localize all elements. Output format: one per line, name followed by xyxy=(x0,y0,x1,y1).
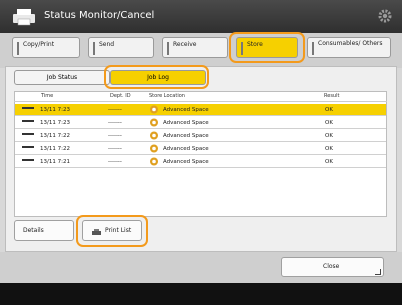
tab-label: Receive xyxy=(173,41,197,48)
cell-result: OK xyxy=(325,146,333,152)
cell-result: OK xyxy=(325,107,333,113)
tab-indicator xyxy=(312,42,314,55)
cell-store-location: Advanced Space xyxy=(163,133,209,139)
cell-dept-id: ------- xyxy=(108,120,122,126)
tab-label: Store xyxy=(247,41,263,48)
advanced-space-icon xyxy=(150,157,158,166)
job-mark-icon xyxy=(22,120,34,122)
cell-time: 13/11 7:23 xyxy=(40,120,70,126)
job-mark-icon xyxy=(22,146,34,148)
tab-store[interactable]: Store xyxy=(236,37,298,58)
corner-arrow-icon xyxy=(375,269,381,275)
cell-store-location: Advanced Space xyxy=(163,107,209,113)
table-row[interactable]: 13/11 7:23 ------- Advanced Space OK xyxy=(15,117,386,129)
subtab-job-status[interactable]: Job Status xyxy=(14,70,110,85)
column-header-store-location: Store Location xyxy=(149,93,185,99)
cell-time: 13/11 7:23 xyxy=(40,107,70,113)
tab-send[interactable]: Send xyxy=(88,37,154,58)
page-title: Status Monitor/Cancel xyxy=(44,10,155,21)
job-mark-icon xyxy=(22,159,34,161)
job-mark-icon xyxy=(22,107,34,109)
cell-time: 13/11 7:22 xyxy=(40,146,70,152)
tab-indicator xyxy=(167,42,169,55)
cell-result: OK xyxy=(325,133,333,139)
tab-indicator xyxy=(241,42,243,55)
footer-bar xyxy=(0,283,402,305)
advanced-space-icon xyxy=(150,118,158,127)
cell-store-location: Advanced Space xyxy=(163,159,209,165)
column-header-dept-id: Dept. ID xyxy=(110,93,131,99)
column-header-time: Time xyxy=(41,93,54,99)
table-row[interactable]: 13/11 7:23 ------- Advanced Space OK xyxy=(15,104,386,116)
cell-result: OK xyxy=(325,159,333,165)
close-button[interactable]: Close xyxy=(281,257,384,277)
job-mark-icon xyxy=(22,133,34,135)
tab-label: Consumables/ Others xyxy=(318,40,383,47)
cell-store-location: Advanced Space xyxy=(163,146,209,152)
cell-dept-id: ------- xyxy=(108,107,122,113)
title-bar: Status Monitor/Cancel xyxy=(0,0,402,33)
table-header: Time Dept. ID Store Location Result xyxy=(14,91,387,102)
table-row[interactable]: 13/11 7:21 ------- Advanced Space OK xyxy=(15,156,386,168)
print-list-label: Print List xyxy=(105,227,132,234)
tab-consumables-others[interactable]: Consumables/ Others xyxy=(307,37,391,58)
tab-label: Copy/Print xyxy=(23,41,55,48)
gear-icon[interactable] xyxy=(377,8,393,24)
cell-time: 13/11 7:22 xyxy=(40,133,70,139)
print-list-button[interactable]: Print List xyxy=(82,220,142,241)
cell-dept-id: ------- xyxy=(108,159,122,165)
details-button[interactable]: Details xyxy=(14,220,74,241)
cell-time: 13/11 7:21 xyxy=(40,159,70,165)
advanced-space-icon xyxy=(150,144,158,153)
cell-dept-id: ------- xyxy=(108,146,122,152)
cell-store-location: Advanced Space xyxy=(163,120,209,126)
tab-label: Send xyxy=(99,41,115,48)
advanced-space-icon xyxy=(150,131,158,140)
column-header-result: Result xyxy=(324,93,340,99)
advanced-space-icon xyxy=(150,105,158,114)
printer-icon xyxy=(92,229,101,235)
table-row[interactable]: 13/11 7:22 ------- Advanced Space OK xyxy=(15,130,386,142)
tab-copy-print[interactable]: Copy/Print xyxy=(12,37,80,58)
printer-app-icon xyxy=(13,9,35,26)
tab-receive[interactable]: Receive xyxy=(162,37,228,58)
table-row[interactable]: 13/11 7:22 ------- Advanced Space OK xyxy=(15,143,386,155)
close-label: Close xyxy=(323,263,340,270)
tab-indicator xyxy=(93,42,95,55)
subtab-job-log[interactable]: Job Log xyxy=(110,70,206,85)
tab-indicator xyxy=(17,42,19,55)
details-label: Details xyxy=(23,227,44,234)
cell-dept-id: ------- xyxy=(108,133,122,139)
cell-result: OK xyxy=(325,120,333,126)
